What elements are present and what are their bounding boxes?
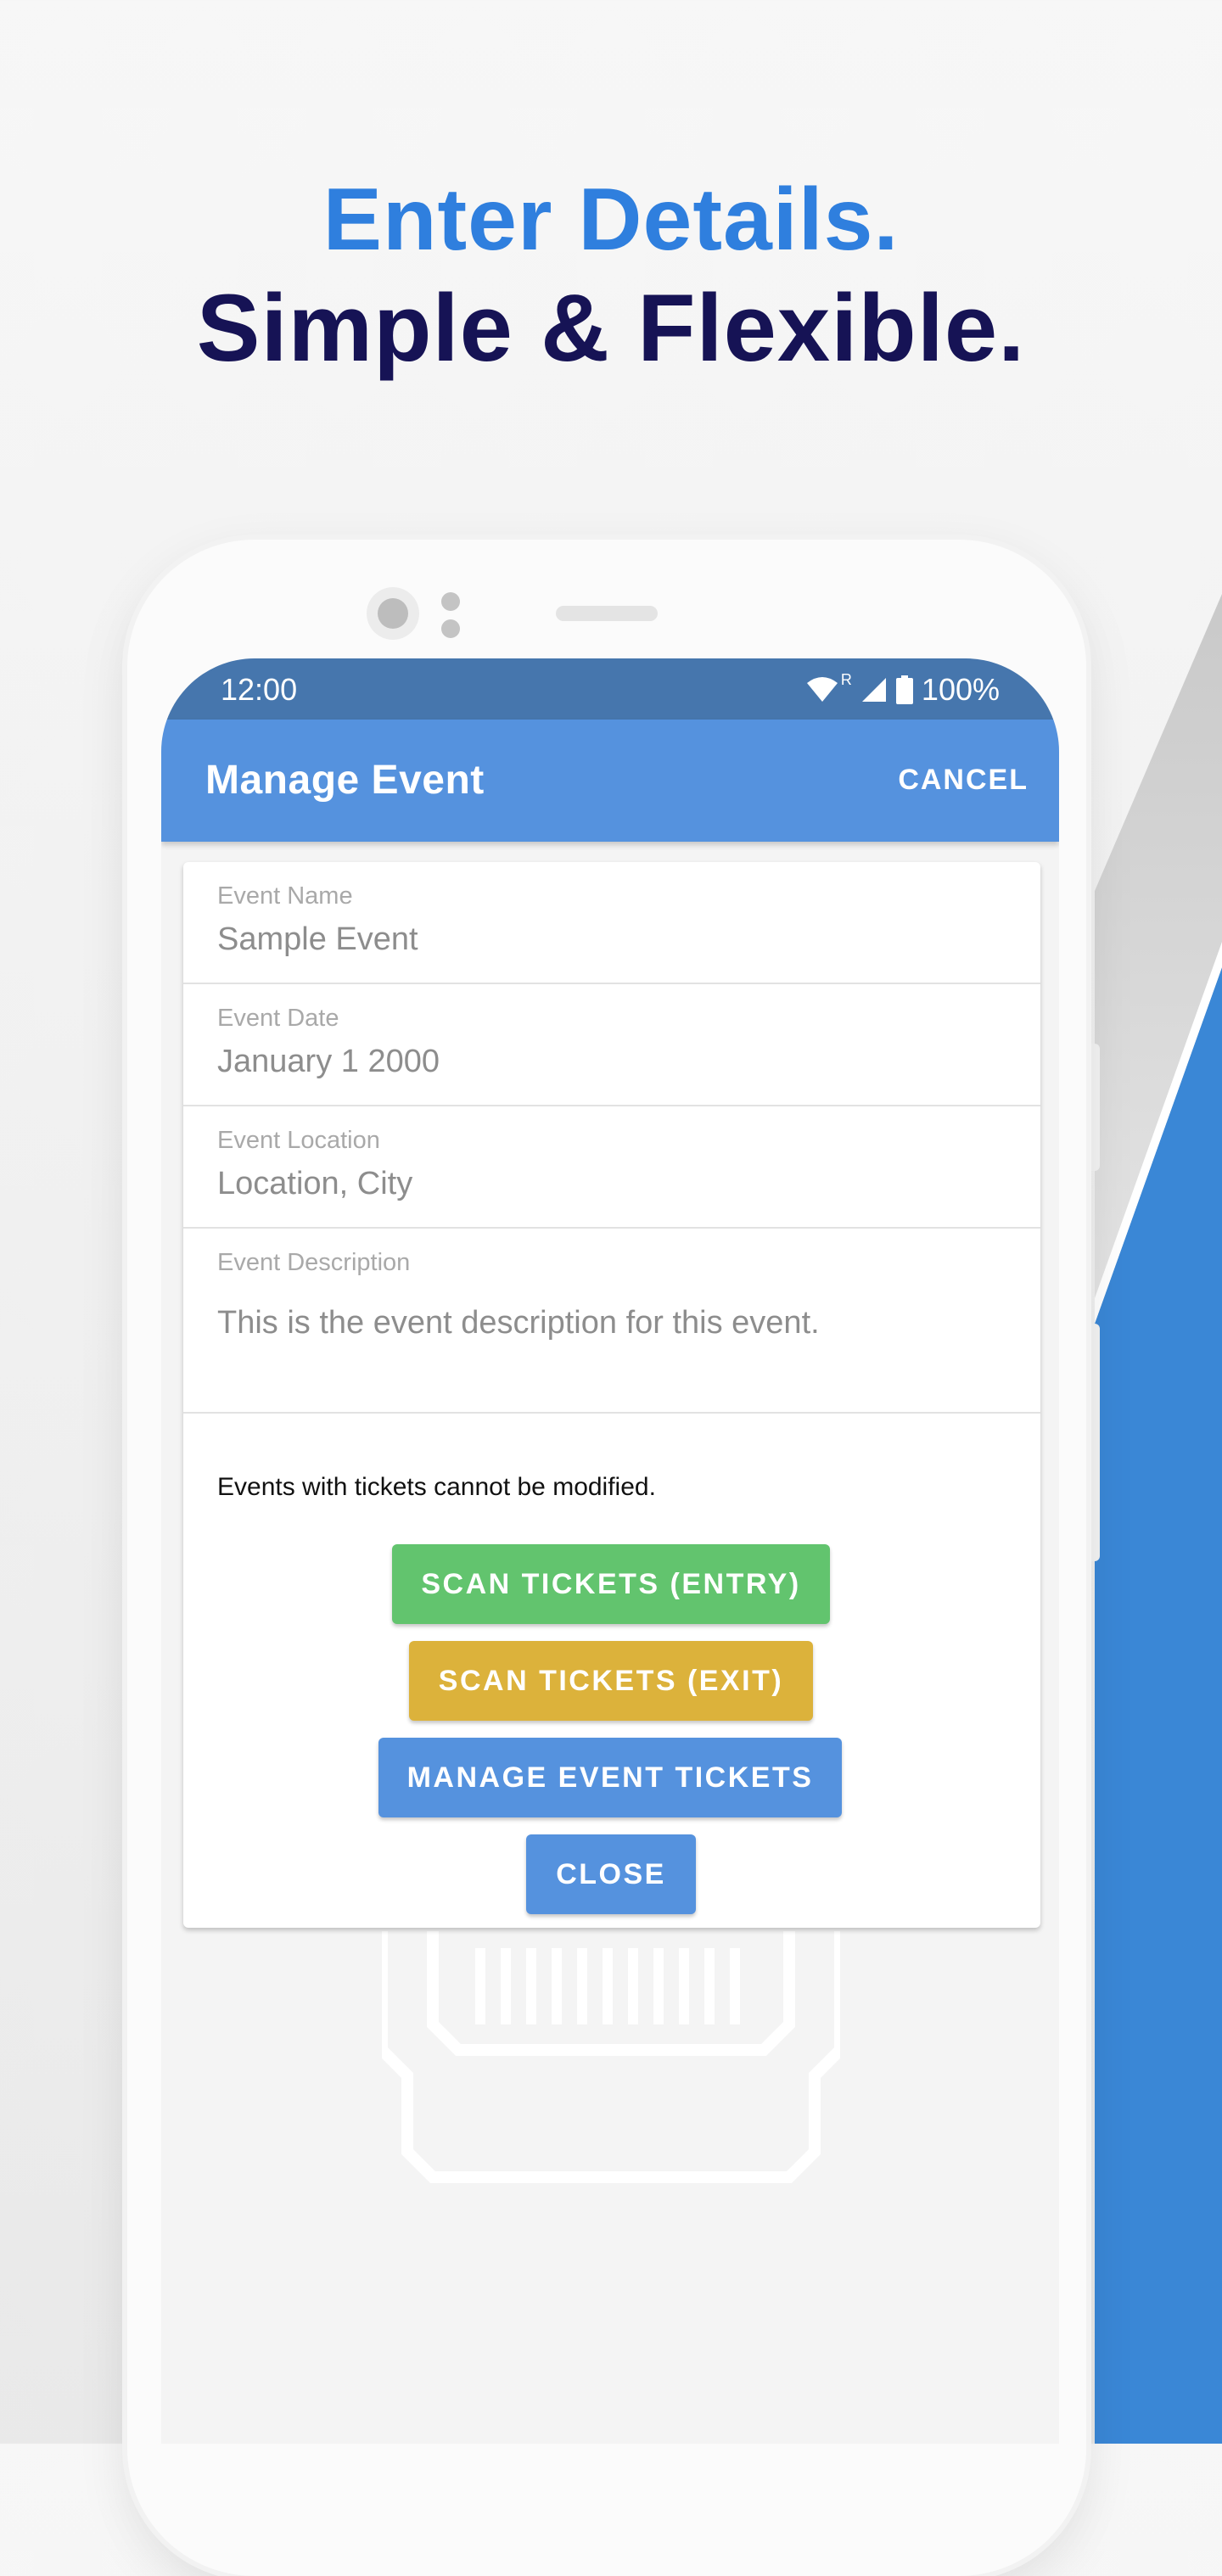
close-button[interactable]: CLOSE: [526, 1834, 696, 1914]
scan-entry-button[interactable]: SCAN TICKETS (ENTRY): [392, 1544, 830, 1624]
ticket-watermark-icon: [382, 1931, 840, 2183]
headline-primary: Enter Details.: [322, 171, 900, 269]
page-title: Manage Event: [205, 758, 485, 803]
event-name-label: Event Name: [217, 882, 353, 910]
event-description-value[interactable]: This is the event description for this e…: [217, 1305, 820, 1341]
event-name-field[interactable]: Event Name Sample Event: [183, 862, 1040, 984]
event-form-card: Event Name Sample Event Event Date Janua…: [183, 862, 1040, 1928]
event-location-value[interactable]: Location, City: [217, 1166, 412, 1202]
cancel-button[interactable]: CANCEL: [898, 764, 1029, 797]
manage-tickets-button[interactable]: MANAGE EVENT TICKETS: [378, 1738, 842, 1817]
battery-percentage: 100%: [921, 672, 1000, 707]
phone-screen: 12:00 R 100% Manage Event CANCEL Event N…: [161, 658, 1059, 2444]
modification-notice: Events with tickets cannot be modified.: [217, 1473, 656, 1501]
phone-side-button: [1085, 1044, 1100, 1171]
cell-signal-icon: [861, 678, 886, 702]
event-name-value[interactable]: Sample Event: [217, 921, 418, 958]
event-date-field[interactable]: Event Date January 1 2000: [183, 984, 1040, 1106]
event-location-field[interactable]: Event Location Location, City: [183, 1106, 1040, 1229]
scan-exit-button[interactable]: SCAN TICKETS (EXIT): [409, 1641, 813, 1721]
battery-icon: [895, 675, 913, 704]
phone-volume-button: [1085, 1324, 1100, 1561]
app-bar: Manage Event CANCEL: [161, 720, 1059, 842]
light-sensor: [441, 619, 460, 638]
status-bar: 12:00 R 100%: [161, 658, 1059, 720]
status-icons: R 100%: [805, 670, 1000, 708]
event-location-label: Event Location: [217, 1127, 380, 1154]
status-time: 12:00: [221, 672, 298, 707]
event-description-field[interactable]: Event Description This is the event desc…: [183, 1229, 1040, 1414]
event-date-value[interactable]: January 1 2000: [217, 1044, 440, 1080]
wifi-icon: [806, 677, 838, 702]
event-description-label: Event Description: [217, 1249, 411, 1276]
earpiece-speaker: [556, 606, 658, 621]
roaming-indicator: R: [840, 670, 852, 688]
front-camera-icon: [378, 598, 408, 629]
headline-secondary: Simple & Flexible.: [196, 275, 1026, 381]
event-date-label: Event Date: [217, 1005, 339, 1032]
proximity-sensor: [441, 592, 460, 611]
